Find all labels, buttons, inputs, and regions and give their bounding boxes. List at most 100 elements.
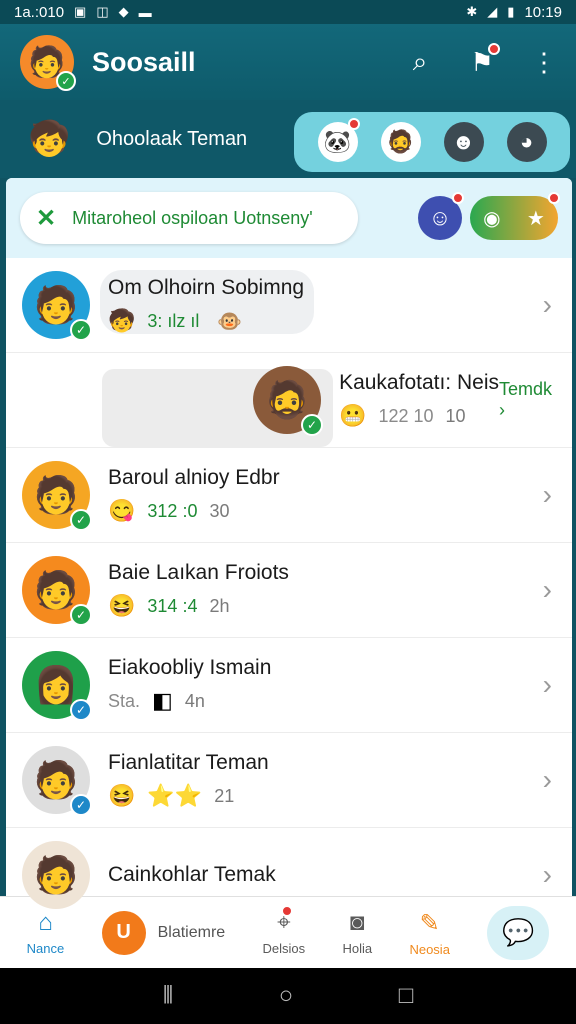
verified-icon: ✓ xyxy=(70,699,92,721)
recents-icon[interactable]: ⦀ xyxy=(163,982,174,1010)
contact-time: 30 xyxy=(209,500,230,521)
contact-row[interactable]: 🧑 ✓ Om Olhoirn Sobimng 🧒 3: ılz ıl 🐵 › xyxy=(6,258,572,353)
chevron-right-icon[interactable]: › xyxy=(543,669,552,701)
bluetooth-icon: ✱ xyxy=(466,4,478,19)
contact-name: Om Olhoirn Sobimng xyxy=(108,276,305,299)
friend-avatar-strip: 🐼 🧔 ☻ ◕ xyxy=(294,112,570,172)
notification-dot xyxy=(280,905,293,917)
contact-avatar: 🧔 ✓ xyxy=(253,366,324,436)
search-icon[interactable]: ⌕ xyxy=(404,46,436,78)
news-icon: ✎ xyxy=(419,909,440,937)
smile-icon: 😋 xyxy=(108,498,136,523)
contact-avatar: 🧑 xyxy=(22,841,90,909)
contact-status: 314 :4 xyxy=(147,595,198,616)
mascot-icon: 🧒 xyxy=(28,120,71,158)
sticker-icon: ◧ xyxy=(152,688,173,713)
rewards-icon[interactable]: ◉ ★ xyxy=(470,192,560,240)
contact-avatar: 🧑 ✓ xyxy=(22,746,92,816)
more-vertical-icon[interactable]: ⋮ xyxy=(528,47,560,78)
nav-news[interactable]: ✎ Neosia xyxy=(409,909,449,957)
chat-icon: 💬 xyxy=(502,917,535,947)
battery-icon: ▮ xyxy=(507,4,515,19)
nav-center-label: Blatiemre xyxy=(157,923,226,941)
nav-center[interactable]: U Blatiemre xyxy=(101,910,226,955)
nav-home[interactable]: ⌂ Nance xyxy=(27,909,65,956)
image-icon: ▣ xyxy=(74,4,87,19)
toys-icon: 🐵 xyxy=(217,310,243,333)
notice-row: ✕ Mitaroheol ospiloan Uotnseny' ☺ ◉ ★ xyxy=(6,178,572,258)
contact-avatar: 🧑 ✓ xyxy=(22,556,92,626)
friend-avatar[interactable]: ◕ xyxy=(506,122,547,162)
notification-dot xyxy=(488,42,500,55)
verified-icon: ✓ xyxy=(56,71,76,91)
contact-status: 3: ılz ıl xyxy=(147,310,200,331)
close-icon[interactable]: ✕ xyxy=(36,204,56,233)
home-circle-icon[interactable]: ○ xyxy=(279,982,294,1010)
contact-row[interactable]: 🧑 ✓ Fianlatitar Teman 😆 ⭐⭐ 21 › xyxy=(6,733,572,828)
star-icon: ★ xyxy=(526,207,545,230)
contact-row[interactable]: 🧑 ✓ Baie Laıkan Froiots 😆 314 :4 2h › xyxy=(6,543,572,638)
verified-icon: ✓ xyxy=(70,509,92,531)
verified-icon: ✓ xyxy=(70,794,92,816)
contact-time: 4n xyxy=(184,690,205,711)
contact-time: 10 xyxy=(445,405,466,426)
camera-icon: ◙ xyxy=(350,909,365,936)
chevron-right-icon[interactable]: › xyxy=(543,289,552,321)
contact-time: 21 xyxy=(214,785,235,806)
notification-dot xyxy=(548,192,560,204)
contact-status: 122 10 xyxy=(378,405,434,426)
chevron-right-icon[interactable]: › xyxy=(543,859,552,891)
nav-places[interactable]: ⌖ Delsios xyxy=(262,905,306,956)
contact-row[interactable]: 👩 ✓ Eiakoobliy Ismain Sta. ◧ 4n › xyxy=(6,638,572,733)
system-nav-bar: ⦀ ○ □ xyxy=(0,968,576,1024)
verified-icon: ✓ xyxy=(70,319,92,341)
contact-row[interactable]: 🧑 ✓ Baroul alnioy Edbr 😋 312 :0 30 › xyxy=(6,448,572,543)
chat-flag-icon[interactable]: ⚑ xyxy=(466,42,500,78)
contact-status: 312 :0 xyxy=(147,500,198,521)
notification-dot xyxy=(452,192,464,204)
chevron-right-icon[interactable]: › xyxy=(543,479,552,511)
signal-icon: ◆ xyxy=(118,4,129,19)
star-icon: ⭐⭐ xyxy=(147,783,203,808)
app-bar: 🧑 ✓ Soosaill ⌕ ⚑ ⋮ xyxy=(0,24,576,100)
status-time-left: 1a.:010 xyxy=(14,3,65,21)
back-square-icon[interactable]: □ xyxy=(399,982,414,1010)
verified-icon: ✓ xyxy=(301,414,324,436)
contact-name: Baroul alnioy Edbr xyxy=(108,466,280,489)
chat-bubble-button[interactable]: 💬 xyxy=(487,905,550,960)
friend-avatar[interactable]: 🐼 xyxy=(317,118,360,162)
face-icon: 😬 xyxy=(339,403,367,428)
nav-places-label: Delsios xyxy=(262,941,306,956)
contact-name: Cainkohlar Temak xyxy=(108,863,276,886)
nav-home-label: Nance xyxy=(26,941,65,956)
home-icon: ⌂ xyxy=(38,909,53,936)
minus-icon: ▬ xyxy=(138,4,152,20)
status-time-right: 10:19 xyxy=(524,3,562,21)
contact-name: Kaukafotatı: Neis xyxy=(339,371,499,394)
verified-icon: ✓ xyxy=(70,604,92,626)
smile-icon: 😆 xyxy=(108,783,136,808)
game-icon[interactable]: ☺ xyxy=(418,192,464,240)
signal-bars-icon: ◢ xyxy=(487,4,498,19)
status-bar: 1a.:010 ▣ ◫ ◆ ▬ ✱ ◢ ▮ 10:19 xyxy=(0,0,576,24)
profile-badge-icon: U xyxy=(101,910,146,955)
bottom-nav: ⌂ Nance U Blatiemre ⌖ Delsios ◙ Holia ✎ … xyxy=(0,896,576,968)
contact-name: Baie Laıkan Froiots xyxy=(108,561,289,584)
child-icon: 🧒 xyxy=(108,308,136,333)
friend-bar: 🧒 Ohoolaak Teman 🐼 🧔 ☻ ◕ xyxy=(0,100,576,178)
notice-pill[interactable]: ✕ Mitaroheol ospiloan Uotnseny' xyxy=(20,192,358,244)
chevron-right-icon[interactable]: › xyxy=(543,574,552,606)
add-friend-link[interactable]: Temdk › xyxy=(499,379,552,421)
nav-help[interactable]: ◙ Holia xyxy=(342,909,372,956)
friend-avatar[interactable]: 🧔 xyxy=(380,122,421,162)
location-icon: ⌖ xyxy=(277,905,293,937)
notification-dot xyxy=(347,118,360,130)
app-title: Soosaill xyxy=(92,46,196,77)
notice-text: Mitaroheol ospiloan Uotnseny' xyxy=(72,207,313,228)
chevron-right-icon[interactable]: › xyxy=(543,764,552,796)
contact-row[interactable]: 🧔 ✓ Kaukafotatı: Neis 😬 122 10 10 Temdk › xyxy=(6,353,572,448)
friend-avatar[interactable]: ☻ xyxy=(443,122,484,162)
profile-avatar[interactable]: 🧑 ✓ xyxy=(20,35,76,91)
contacts-panel: ✕ Mitaroheol ospiloan Uotnseny' ☺ ◉ ★ 🧑 ✓… xyxy=(6,178,572,968)
contact-avatar: 👩 ✓ xyxy=(22,651,92,721)
